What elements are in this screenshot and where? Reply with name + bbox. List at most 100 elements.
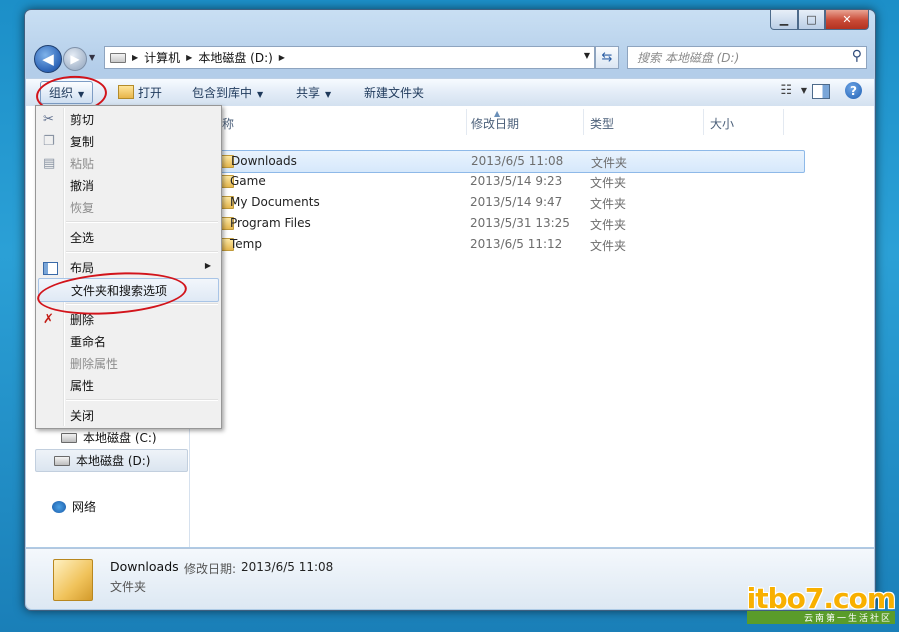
- menu-item-label: 布局: [70, 261, 95, 275]
- drive-icon: [54, 455, 70, 466]
- menu-item-properties[interactable]: 属性: [38, 374, 219, 396]
- nav-item-label: 本地磁盘 (C:): [83, 431, 157, 445]
- search-input[interactable]: 搜索 本地磁盘 (D:) ⚲: [627, 46, 867, 69]
- command-bar: 组织 ▼ 打开 包含到库中 ▼ 共享 ▼ 新建文件夹 ☷ ▼ ?: [26, 73, 874, 116]
- menu-item-remove-properties[interactable]: 删除属性: [38, 352, 219, 374]
- menu-item-copy[interactable]: ❐ 复制: [38, 130, 219, 152]
- network-icon: [52, 500, 66, 513]
- menu-item-redo[interactable]: 恢复: [38, 196, 219, 218]
- file-name: My Documents: [230, 195, 320, 209]
- menu-item-label: 剪切: [70, 113, 95, 127]
- chevron-down-icon: ▼: [257, 90, 264, 99]
- share-label: 共享: [296, 86, 321, 100]
- file-date: 2013/5/14 9:47: [470, 195, 563, 209]
- breadcrumb-separator-icon: ▶: [186, 53, 193, 62]
- menu-item-rename[interactable]: 重命名: [38, 330, 219, 352]
- breadcrumb-separator-icon: ▶: [132, 53, 139, 62]
- drive-icon: [61, 432, 77, 443]
- details-type: 文件夹: [110, 580, 147, 594]
- column-header-size[interactable]: 大小: [710, 115, 734, 132]
- organize-menu: ✂ 剪切 ❐ 复制 ▤ 粘贴 撤消 恢复 全选 布局 ▶ 文件夹和搜索选项 ✗ 删除 重命…: [35, 105, 222, 429]
- address-dropdown-icon[interactable]: ▼: [584, 51, 590, 60]
- help-icon[interactable]: ?: [845, 82, 862, 99]
- details-modified-date: 2013/6/5 11:08: [241, 560, 334, 574]
- address-bar[interactable]: ▶ 计算机 ▶ 本地磁盘 (D:) ▶ ▼: [104, 46, 595, 69]
- copy-icon: ❐: [43, 134, 55, 149]
- file-date: 2013/6/5 11:08: [471, 154, 564, 168]
- menu-item-label: 删除属性: [70, 357, 119, 371]
- file-type: 文件夹: [590, 239, 627, 253]
- new-folder-button[interactable]: 新建文件夹: [364, 84, 424, 101]
- breadcrumb-computer[interactable]: 计算机: [144, 49, 180, 66]
- details-name: Downloads: [110, 559, 179, 574]
- paste-icon: ▤: [43, 156, 56, 171]
- menu-item-label: 复制: [70, 135, 95, 149]
- nav-item-label: 网络: [72, 500, 97, 514]
- menu-item-label: 粘贴: [70, 157, 95, 171]
- file-name: Temp: [230, 237, 262, 251]
- chevron-down-icon[interactable]: ▼: [801, 86, 807, 95]
- column-divider[interactable]: [466, 109, 467, 135]
- menu-item-close[interactable]: 关闭: [38, 404, 219, 426]
- close-button[interactable]: ✕: [825, 10, 869, 30]
- file-name: Downloads: [231, 154, 297, 168]
- column-header-date[interactable]: 修改日期: [471, 115, 519, 132]
- nav-item-label: 本地磁盘 (D:): [76, 454, 151, 468]
- file-date: 2013/5/31 13:25: [470, 216, 570, 230]
- include-in-library-label: 包含到库中: [192, 86, 253, 100]
- refresh-icon[interactable]: ⇆: [595, 46, 619, 69]
- nav-item-network[interactable]: 网络: [52, 498, 96, 515]
- maximize-button[interactable]: □: [798, 10, 825, 30]
- forward-arrow-icon[interactable]: ▶: [63, 47, 87, 71]
- column-header-type[interactable]: 类型: [590, 115, 614, 132]
- minimize-button[interactable]: ▁: [770, 10, 798, 30]
- breadcrumb-separator-icon[interactable]: ▶: [279, 53, 285, 62]
- file-row[interactable]: Downloads 2013/6/5 11:08 文件夹: [215, 150, 805, 173]
- open-button[interactable]: 打开: [118, 84, 162, 101]
- menu-separator: [66, 251, 218, 253]
- window-controls: ▁ □ ✕: [770, 10, 869, 30]
- column-divider[interactable]: [703, 109, 704, 135]
- menu-separator: [66, 221, 218, 223]
- menu-item-select-all[interactable]: 全选: [38, 226, 219, 248]
- column-divider[interactable]: [583, 109, 584, 135]
- layout-icon: [43, 262, 58, 275]
- menu-item-label: 属性: [70, 379, 95, 393]
- menu-item-label: 重命名: [70, 335, 107, 349]
- file-type: 文件夹: [590, 197, 627, 211]
- menu-item-label: 撤消: [70, 179, 95, 193]
- share-button[interactable]: 共享 ▼: [296, 84, 331, 101]
- menu-separator: [66, 399, 218, 401]
- file-date: 2013/6/5 11:12: [470, 237, 563, 251]
- menu-item-undo[interactable]: 撤消: [38, 174, 219, 196]
- file-row[interactable]: My Documents 2013/5/14 9:47 文件夹: [216, 192, 804, 213]
- file-name: Program Files: [230, 216, 311, 230]
- watermark-logo: itbo7.com: [746, 582, 896, 615]
- open-label: 打开: [138, 86, 163, 100]
- file-row[interactable]: Game 2013/5/14 9:23 文件夹: [216, 171, 804, 192]
- menu-item-label: 关闭: [70, 409, 95, 423]
- menu-item-paste[interactable]: ▤ 粘贴: [38, 152, 219, 174]
- folder-icon: [53, 559, 93, 601]
- back-arrow-icon[interactable]: ◀: [34, 45, 62, 73]
- nav-item-drive-c[interactable]: 本地磁盘 (C:): [61, 429, 157, 446]
- recent-pages-dropdown-icon[interactable]: ▼: [89, 53, 95, 62]
- include-in-library-button[interactable]: 包含到库中 ▼: [192, 84, 263, 101]
- column-divider[interactable]: [783, 109, 784, 135]
- preview-pane-icon[interactable]: [812, 84, 830, 99]
- details-modified-label: 修改日期:: [184, 562, 237, 576]
- delete-icon: ✗: [43, 312, 54, 327]
- menu-item-label: 全选: [70, 231, 95, 245]
- file-type: 文件夹: [590, 176, 627, 190]
- menu-item-label: 恢复: [70, 201, 95, 215]
- breadcrumb-drive-d[interactable]: 本地磁盘 (D:): [198, 49, 272, 66]
- file-list: ▲ 名称 修改日期 类型 大小 Downloads 2013/6/5 11:08…: [190, 106, 874, 547]
- file-row[interactable]: Program Files 2013/5/31 13:25 文件夹: [216, 213, 804, 234]
- search-icon[interactable]: ⚲: [852, 48, 862, 64]
- watermark: itbo7.com 云南第一生活社区: [746, 582, 896, 624]
- change-view-icon[interactable]: ☷: [780, 83, 792, 98]
- file-row[interactable]: Temp 2013/6/5 11:12 文件夹: [216, 234, 804, 255]
- menu-item-cut[interactable]: ✂ 剪切: [38, 108, 219, 130]
- open-icon: [118, 85, 134, 99]
- nav-item-drive-d[interactable]: 本地磁盘 (D:): [35, 449, 188, 472]
